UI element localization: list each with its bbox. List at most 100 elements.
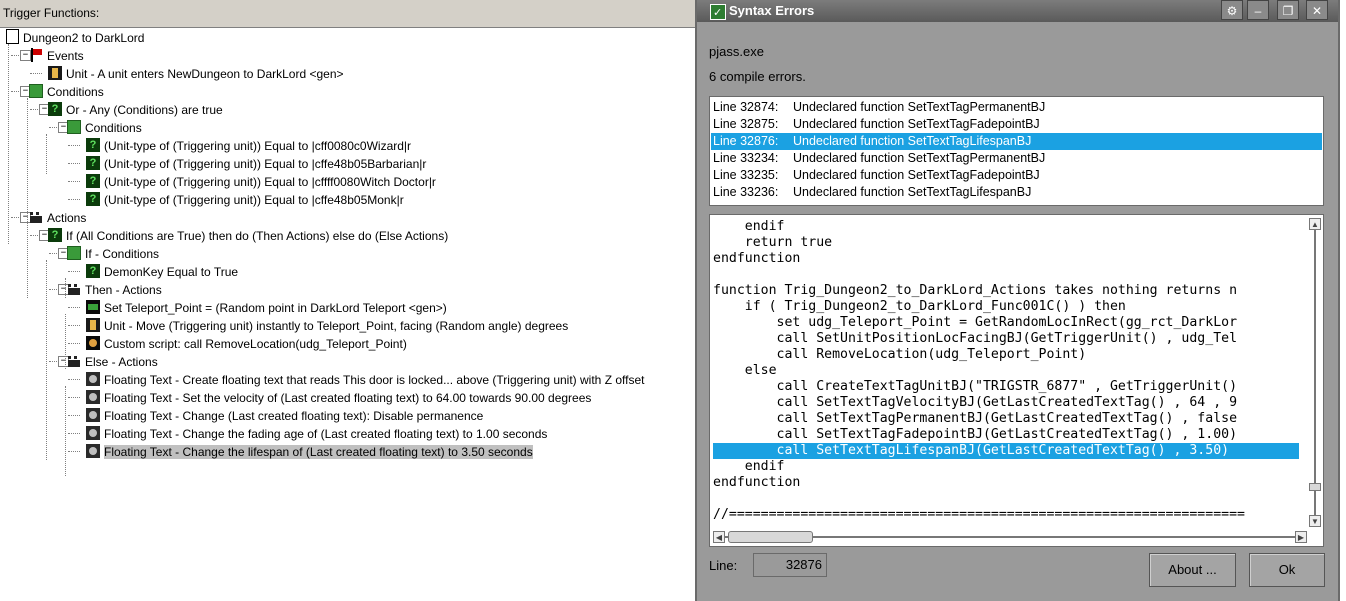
condition-question-icon: ?	[86, 191, 100, 206]
tree-node-label: Floating Text - Change the lifespan of (…	[104, 444, 533, 459]
syntax-errors-dialog: Syntax Errors ⚙ – ❐ ✕ pjass.exe 6 compil…	[695, 0, 1340, 601]
tree-node[interactable]: Custom script: call RemoveLocation(udg_T…	[86, 334, 407, 352]
tree-node-label: Events	[47, 48, 84, 63]
error-row[interactable]: Line 32874: Undeclared function SetTextTa…	[711, 99, 1322, 116]
tree-guide-line	[8, 44, 9, 244]
tree-node[interactable]: Floating Text - Set the velocity of (Las…	[86, 388, 591, 406]
dialog-titlebar[interactable]: Syntax Errors ⚙ – ❐ ✕	[697, 0, 1338, 24]
tree-node[interactable]: ? (Unit-type of (Triggering unit)) Equal …	[86, 190, 404, 208]
tree-node[interactable]: ? (Unit-type of (Triggering unit)) Equal …	[86, 154, 426, 172]
tree-connector	[68, 181, 80, 182]
tree-node[interactable]: ? Or - Any (Conditions) are true	[48, 100, 223, 118]
tree-node-label: Floating Text - Create floating text tha…	[104, 372, 645, 387]
tree-node-label: DemonKey Equal to True	[104, 264, 239, 279]
tree-guide-line	[65, 278, 66, 298]
error-row[interactable]: Line 32876: Undeclared function SetTextTa…	[711, 133, 1322, 150]
error-row[interactable]: Line 33235: Undeclared function SetTextTa…	[711, 167, 1322, 184]
tree-connector	[68, 307, 80, 308]
events-flag-icon	[29, 47, 43, 62]
code-view[interactable]: endif return true endfunction function Tri…	[709, 214, 1324, 547]
tree-node[interactable]: If - Conditions	[67, 244, 159, 262]
trigger-tree[interactable]: Dungeon2 to DarkLord − Events Unit - A unit…	[0, 28, 700, 601]
error-line-number: Line 33235:	[713, 168, 779, 182]
scroll-right-button[interactable]: ▶	[1295, 531, 1307, 543]
line-number-field[interactable]: 32876	[753, 553, 827, 577]
error-row[interactable]: Line 33234: Undeclared function SetTextTa…	[711, 150, 1322, 167]
tree-node-label: Unit - Move (Triggering unit) instantly …	[104, 318, 569, 333]
tree-node-label: Conditions	[47, 84, 104, 99]
scroll-down-button[interactable]: ▼	[1309, 515, 1321, 527]
error-row[interactable]: Line 32875: Undeclared function SetTextTa…	[711, 116, 1322, 133]
vertical-scroll-track[interactable]	[1314, 230, 1316, 515]
line-label: Line:	[709, 558, 738, 573]
error-message: Undeclared function SetTextTagPermanentB…	[793, 100, 1046, 114]
horizontal-scroll-thumb[interactable]	[728, 531, 813, 543]
tree-connector	[68, 433, 80, 434]
error-count: 6 compile errors.	[709, 69, 806, 84]
minimize-button[interactable]: –	[1247, 0, 1269, 20]
tree-connector	[68, 145, 80, 146]
tree-node[interactable]: Unit - Move (Triggering unit) instantly …	[86, 316, 568, 334]
tree-node[interactable]: Actions	[29, 208, 86, 226]
tree-node[interactable]: ? If (All Conditions are True) then do (T…	[48, 226, 448, 244]
tree-node[interactable]: Conditions	[67, 118, 142, 136]
app-check-icon	[710, 2, 726, 24]
tree-connector	[30, 73, 42, 74]
code-line: endif	[713, 219, 785, 234]
tree-node[interactable]: ? (Unit-type of (Triggering unit)) Equal …	[86, 136, 411, 154]
scroll-up-button[interactable]: ▲	[1309, 218, 1321, 230]
code-line: call RemoveLocation(udg_Teleport_Point)	[713, 347, 1087, 362]
error-line-number: Line 32876:	[713, 134, 779, 148]
tree-node[interactable]: Conditions	[29, 82, 104, 100]
tree-node[interactable]: Then - Actions	[67, 280, 162, 298]
tree-node[interactable]: Set Teleport_Point = (Random point in Da…	[86, 298, 447, 316]
tree-node[interactable]: Floating Text - Create floating text tha…	[86, 370, 645, 388]
maximize-button[interactable]: ❐	[1277, 0, 1299, 20]
tree-node[interactable]: Events	[29, 46, 84, 64]
tree-node[interactable]: Else - Actions	[67, 352, 158, 370]
settings-gear-button[interactable]: ⚙	[1221, 0, 1243, 20]
error-message: Undeclared function SetTextTagPermanentB…	[793, 151, 1046, 165]
code-line: //======================================…	[713, 507, 1245, 522]
vertical-scroll-thumb[interactable]	[1309, 483, 1321, 491]
error-message: Undeclared function SetTextTagFadepointB…	[793, 117, 1040, 131]
close-button[interactable]: ✕	[1306, 0, 1328, 20]
horizontal-scrollbar[interactable]: ◀ ▶	[713, 531, 1307, 543]
tree-node[interactable]: Floating Text - Change the fading age of…	[86, 424, 547, 442]
tree-node[interactable]: Floating Text - Change the lifespan of (…	[86, 442, 533, 460]
error-line-number: Line 32874:	[713, 100, 779, 114]
condition-question-icon: ?	[86, 263, 100, 278]
vertical-scrollbar[interactable]: ▲ ▼	[1309, 218, 1321, 527]
unit-event-icon	[48, 65, 62, 80]
scroll-left-button[interactable]: ◀	[713, 531, 725, 543]
set-variable-icon	[86, 299, 100, 314]
floating-text-icon	[86, 407, 100, 422]
error-message: Undeclared function SetTextTagFadepointB…	[793, 168, 1040, 182]
condition-question-icon: ?	[86, 137, 100, 152]
tree-node[interactable]: ? (Unit-type of (Triggering unit)) Equal …	[86, 172, 436, 190]
tree-guide-line	[46, 260, 47, 460]
tree-connector	[68, 325, 80, 326]
about-button[interactable]: About ...	[1149, 553, 1236, 587]
code-line: call SetTextTagVelocityBJ(GetLastCreated…	[713, 395, 1238, 410]
floating-text-icon	[86, 371, 100, 386]
tree-node[interactable]: Dungeon2 to DarkLord	[6, 28, 144, 46]
tree-node[interactable]: ? DemonKey Equal to True	[86, 262, 238, 280]
code-line: call SetTextTagLifespanBJ(GetLastCreated…	[713, 443, 1299, 459]
error-row[interactable]: Line 33236: Undeclared function SetTextTa…	[711, 184, 1322, 201]
code-line: else	[713, 363, 777, 378]
tree-node-label: (Unit-type of (Triggering unit)) Equal t…	[104, 192, 404, 207]
condition-question-icon: ?	[48, 101, 62, 116]
tree-node[interactable]: Unit - A unit enters NewDungeon to DarkL…	[48, 64, 344, 82]
tree-node[interactable]: Floating Text - Change (Last created flo…	[86, 406, 483, 424]
tree-connector	[68, 379, 80, 380]
document-icon	[6, 29, 19, 45]
code-line: endfunction	[713, 475, 801, 490]
tree-connector	[68, 163, 80, 164]
tree-node-label: (Unit-type of (Triggering unit)) Equal t…	[104, 156, 427, 171]
ok-button[interactable]: Ok	[1249, 553, 1325, 587]
error-list[interactable]: Line 32874: Undeclared function SetTextTa…	[709, 96, 1324, 206]
code-line: function Trig_Dungeon2_to_DarkLord_Actio…	[713, 283, 1238, 298]
